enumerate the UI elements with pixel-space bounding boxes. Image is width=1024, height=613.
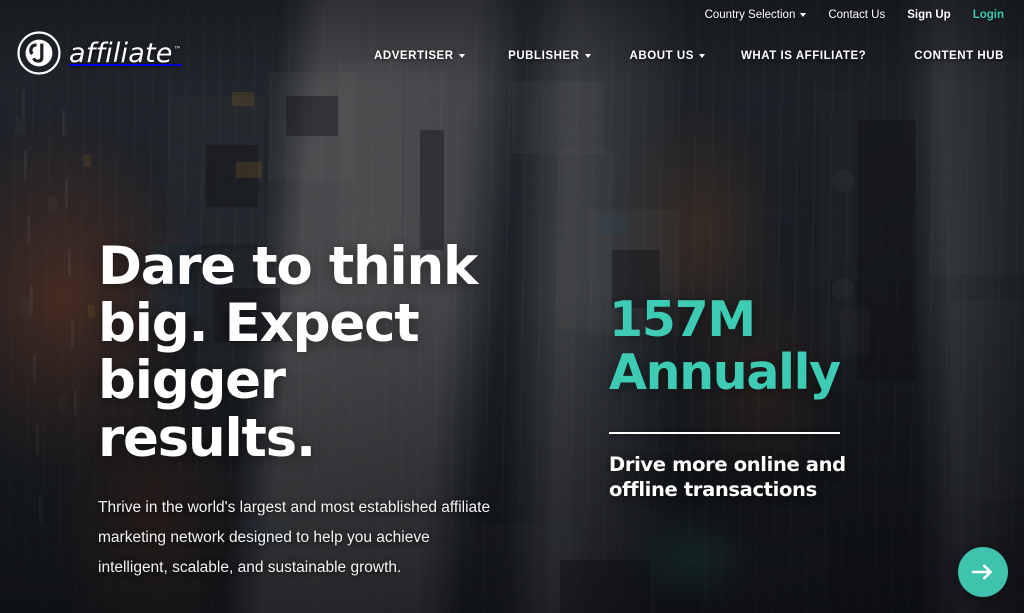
- utility-nav-label: Country Selection: [704, 9, 796, 21]
- utility-nav-item-sign-up[interactable]: Sign Up: [907, 9, 950, 21]
- trademark-symbol: ™: [173, 44, 182, 54]
- hero-subcopy: Thrive in the world's largest and most e…: [98, 498, 491, 577]
- chevron-down-icon: [584, 54, 591, 58]
- cj-circle-logo-icon: [16, 30, 62, 76]
- brand-name: affiliate: [69, 37, 173, 69]
- arrow-right-icon: [971, 563, 995, 581]
- chevron-down-icon: [800, 13, 807, 17]
- main-nav-item-what-is-affiliate[interactable]: WHAT IS AFFILIATE?: [741, 50, 866, 62]
- hero-stat-caption-line-1: Drive more online and: [609, 452, 846, 476]
- main-nav-item-advertiser[interactable]: ADVERTISER: [374, 50, 465, 62]
- main-nav-item-publisher[interactable]: PUBLISHER: [508, 50, 591, 62]
- utility-nav-item-login[interactable]: Login: [973, 9, 1004, 21]
- site-header: Country Selection Contact Us Sign Up Log…: [0, 0, 1024, 88]
- utility-nav: Country Selection Contact Us Sign Up Log…: [705, 9, 1004, 21]
- main-nav-item-content-hub[interactable]: CONTENT HUB: [914, 50, 1004, 62]
- hero-stat-caption-line-2: offline transactions: [609, 477, 817, 501]
- hero-headline-line-3: bigger results.: [98, 350, 316, 469]
- main-nav-item-about-us[interactable]: ABOUT US: [630, 50, 705, 62]
- hero-stat-caption: Drive more online and offline transactio…: [609, 453, 859, 503]
- chevron-down-icon: [458, 54, 465, 58]
- site-logo[interactable]: affiliate™: [16, 30, 182, 76]
- hero-stat-value-line-1: 157M: [609, 291, 756, 348]
- hero-stat-value-line-2: Annually: [609, 343, 841, 401]
- hero-stat-divider: [609, 431, 840, 434]
- brand-wordmark: affiliate™: [69, 38, 182, 69]
- next-slide-button[interactable]: [958, 547, 1008, 597]
- hero-stat-block: 157M Annually Drive more online and offl…: [609, 291, 859, 503]
- hero-headline-line-2: big. Expect: [98, 293, 420, 355]
- hero-headline: Dare to think big. Expect bigger results…: [98, 238, 518, 467]
- chevron-down-icon: [698, 54, 705, 58]
- hero-section: Country Selection Contact Us Sign Up Log…: [0, 0, 1024, 613]
- hero-headline-line-1: Dare to think: [98, 236, 478, 297]
- utility-nav-item-country-selection[interactable]: Country Selection: [705, 9, 807, 21]
- main-nav: ADVERTISER PUBLISHER ABOUT US WHAT IS AF…: [374, 50, 1004, 62]
- main-nav-label: ADVERTISER: [374, 50, 454, 62]
- hero-stat-value: 157M Annually: [609, 291, 859, 401]
- main-nav-label: PUBLISHER: [508, 50, 580, 62]
- hero-copy-block: Dare to think big. Expect bigger results…: [98, 238, 518, 584]
- utility-nav-item-contact-us[interactable]: Contact Us: [828, 9, 885, 21]
- main-nav-label: ABOUT US: [629, 50, 694, 62]
